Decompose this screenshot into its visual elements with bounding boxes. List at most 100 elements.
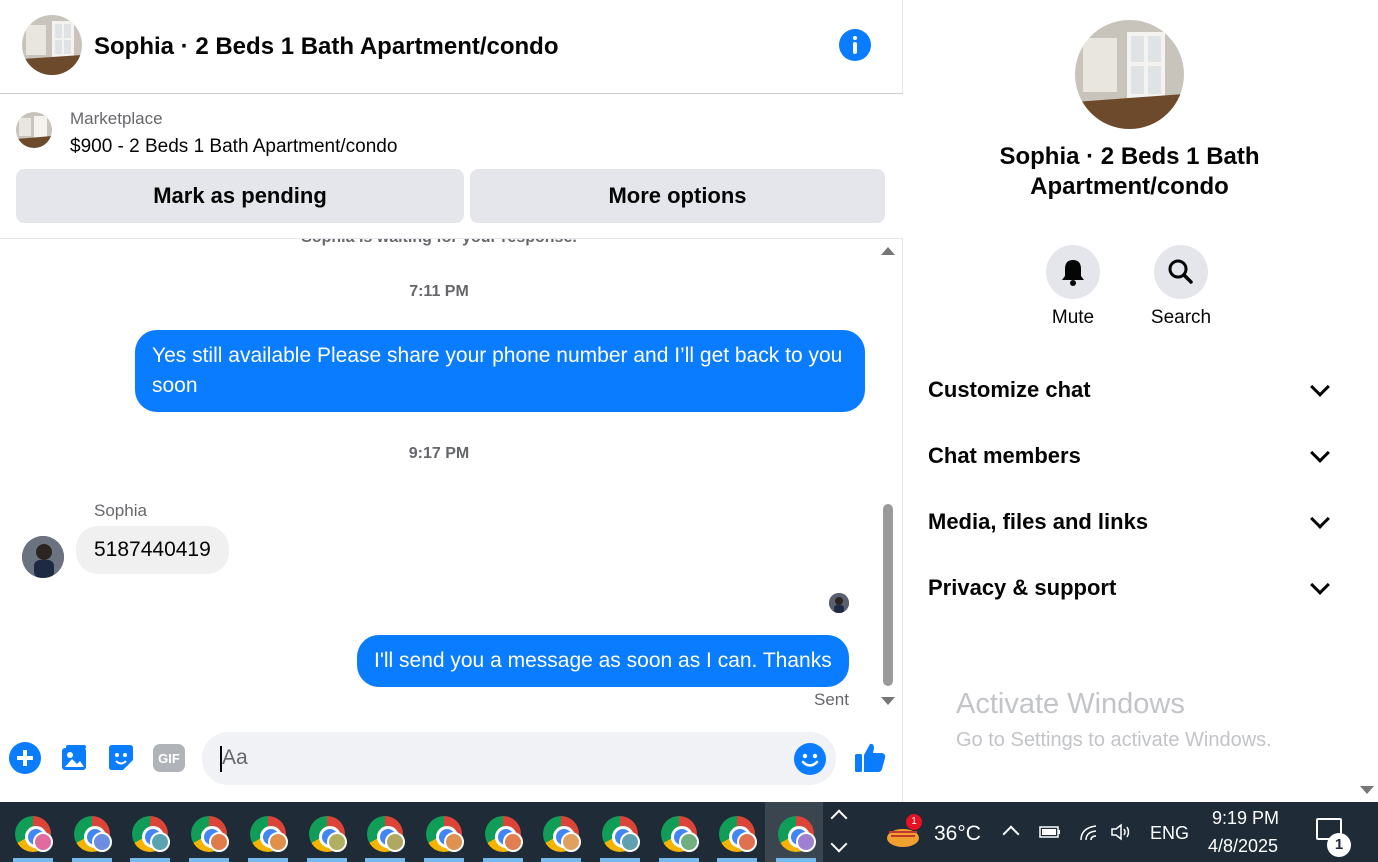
conversation-avatar[interactable] [1075, 20, 1184, 129]
section-label: Privacy & support [928, 575, 1117, 600]
chrome-profile-icon[interactable] [600, 814, 640, 854]
incoming-message[interactable]: 5187440419 [76, 526, 229, 574]
activate-windows-title: Activate Windows [956, 688, 1185, 720]
waiting-notice: Sophia is waiting for your response. [0, 239, 878, 247]
section-media-files-links[interactable]: Media, files and links [928, 502, 1333, 542]
chrome-profile-icon[interactable] [189, 814, 230, 854]
running-indicator [306, 858, 347, 862]
timestamp: 9:17 PM [408, 445, 470, 462]
chrome-profile-icon[interactable] [248, 814, 288, 854]
chrome-profile-icon[interactable] [424, 814, 464, 854]
notification-count: 1 [1327, 833, 1351, 857]
running-indicator [71, 858, 112, 862]
chevron-up-icon[interactable] [1002, 825, 1020, 843]
info-icon[interactable] [839, 29, 871, 61]
battery-icon[interactable] [1038, 822, 1062, 842]
marketplace-label: Marketplace [70, 109, 163, 128]
section-chat-members[interactable]: Chat members [928, 436, 1333, 476]
chat-header: Sophia · 2 Beds 1 Bath Apartment/condo [0, 0, 903, 94]
profile-badge-icon [561, 832, 582, 852]
chrome-profile-icon[interactable] [72, 814, 112, 854]
chrome-profile-icon[interactable] [13, 814, 53, 854]
message-scrollbar[interactable] [878, 239, 898, 711]
running-indicator [600, 858, 640, 862]
chrome-profile-icon[interactable] [717, 814, 758, 854]
weather-badge: 1 [906, 814, 922, 830]
sticker-icon[interactable] [105, 742, 137, 774]
language-indicator[interactable]: ENG [1150, 823, 1189, 844]
message-input[interactable]: Aa [202, 732, 836, 785]
sender-name: Sophia [94, 501, 147, 520]
chrome-profile-icon[interactable] [365, 814, 406, 854]
product-thumbnail[interactable] [16, 112, 52, 148]
chrome-profile-icon[interactable] [307, 814, 347, 854]
section-label: Chat members [928, 443, 1081, 468]
profile-badge-icon [150, 832, 171, 852]
chrome-profile-icon[interactable] [541, 814, 582, 854]
profile-badge-icon [209, 832, 230, 852]
running-indicator [13, 858, 53, 862]
chrome-profile-icon[interactable] [776, 814, 817, 854]
outgoing-message[interactable]: Yes still available Please share your ph… [135, 330, 865, 412]
conversation-name: Sophia · 2 Beds 1 Bath Apartment/condo [999, 143, 1260, 200]
profile-badge-icon [796, 832, 817, 852]
mute-label: Mute [1051, 307, 1095, 328]
wifi-icon[interactable] [1078, 822, 1102, 842]
photo-icon[interactable] [58, 742, 90, 774]
profile-badge-icon [326, 832, 347, 852]
marketplace-banner: Marketplace $900 - 2 Beds 1 Bath Apartme… [0, 94, 903, 239]
volume-icon[interactable] [1110, 822, 1134, 842]
conversation-info-panel: Sophia · 2 Beds 1 Bath Apartment/condo M… [904, 0, 1355, 802]
running-indicator [365, 858, 406, 862]
more-options-button[interactable]: More options [470, 169, 885, 223]
chat-avatar[interactable] [22, 15, 82, 75]
mark-as-pending-button[interactable]: Mark as pending [16, 169, 464, 223]
clock-time[interactable]: 9:19 PM [1212, 808, 1279, 829]
search-button[interactable] [1154, 245, 1208, 299]
section-customize-chat[interactable]: Customize chat [928, 370, 1333, 410]
profile-badge-icon [678, 832, 699, 852]
chevron-down-icon[interactable] [830, 835, 848, 853]
chevron-up-icon[interactable] [830, 809, 848, 827]
chat-panel: Sophia · 2 Beds 1 Bath Apartment/condo M… [0, 0, 903, 802]
emoji-icon[interactable] [794, 743, 826, 775]
page-scrollbar[interactable] [1355, 0, 1378, 802]
bell-icon [1062, 260, 1084, 286]
sender-avatar[interactable] [22, 536, 64, 578]
chat-title: Sophia · 2 Beds 1 Bath Apartment/condo [94, 33, 559, 60]
chrome-profile-icon[interactable] [659, 814, 699, 854]
profile-badge-icon [385, 832, 406, 852]
chrome-profile-icon[interactable] [483, 814, 523, 854]
seen-indicator-avatar [829, 593, 849, 613]
profile-badge-icon [502, 832, 523, 852]
running-indicator [658, 858, 699, 862]
scroll-down-arrow-icon[interactable] [881, 697, 895, 705]
section-label: Customize chat [928, 377, 1091, 402]
scroll-thumb[interactable] [883, 504, 893, 686]
sent-status: Sent [814, 690, 849, 709]
profile-badge-icon [33, 832, 53, 852]
running-indicator [189, 858, 230, 862]
gif-icon[interactable]: GIF [153, 744, 185, 772]
running-indicator [247, 858, 288, 862]
taskbar-scroll-arrows[interactable] [830, 808, 850, 856]
scroll-down-arrow-icon[interactable] [1360, 786, 1374, 794]
timestamp: 7:11 PM [409, 283, 469, 300]
activate-windows-subtitle: Go to Settings to activate Windows. [956, 729, 1272, 751]
running-indicator [541, 858, 582, 862]
product-title[interactable]: $900 - 2 Beds 1 Bath Apartment/condo [70, 136, 397, 158]
message-list: Sophia is waiting for your response. 7:1… [0, 239, 878, 711]
running-indicator [130, 858, 171, 862]
scroll-up-arrow-icon[interactable] [881, 247, 895, 255]
chrome-profile-icon[interactable] [130, 814, 171, 854]
plus-icon[interactable] [9, 742, 41, 774]
profile-badge-icon [267, 832, 288, 852]
outgoing-message[interactable]: I'll send you a message as soon as I can… [357, 635, 849, 687]
section-privacy-support[interactable]: Privacy & support [928, 568, 1333, 608]
mute-button[interactable] [1046, 245, 1100, 299]
section-label: Media, files and links [928, 509, 1149, 534]
temperature[interactable]: 36°C [934, 822, 981, 846]
clock-date[interactable]: 4/8/2025 [1208, 836, 1278, 857]
thumbs-up-icon[interactable] [853, 740, 887, 774]
profile-badge-icon [443, 832, 464, 852]
